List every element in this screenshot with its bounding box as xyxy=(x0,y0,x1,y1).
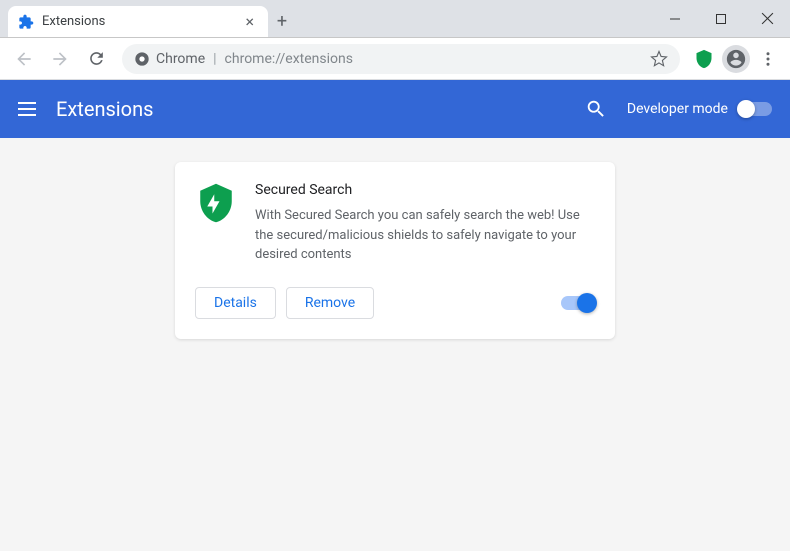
close-window-button[interactable] xyxy=(744,0,790,37)
extension-description: With Secured Search you can safely searc… xyxy=(255,206,595,265)
omnibox-divider: | xyxy=(213,51,216,67)
extension-icon xyxy=(195,182,237,224)
minimize-button[interactable] xyxy=(652,0,698,37)
tab-title: Extensions xyxy=(42,14,233,29)
maximize-button[interactable] xyxy=(698,0,744,37)
chrome-scheme-icon: Chrome xyxy=(134,51,205,67)
back-button[interactable] xyxy=(8,43,40,75)
profile-avatar[interactable] xyxy=(722,45,750,73)
extension-card: Secured Search With Secured Search you c… xyxy=(175,162,615,339)
details-button[interactable]: Details xyxy=(195,287,276,319)
search-icon[interactable] xyxy=(585,98,607,120)
address-bar: Chrome | chrome://extensions xyxy=(0,38,790,80)
url-text: chrome://extensions xyxy=(225,51,353,67)
extensions-header: Extensions Developer mode xyxy=(0,80,790,138)
hamburger-menu-icon[interactable] xyxy=(18,102,36,116)
remove-button[interactable]: Remove xyxy=(286,287,374,319)
close-icon[interactable]: × xyxy=(241,10,258,33)
kebab-menu-icon[interactable] xyxy=(754,50,782,68)
bookmark-star-icon[interactable] xyxy=(650,50,668,68)
extension-name: Secured Search xyxy=(255,182,595,198)
browser-tab[interactable]: Extensions × xyxy=(8,6,268,37)
extension-shield-icon[interactable] xyxy=(690,45,718,73)
extensions-content: Secured Search With Secured Search you c… xyxy=(0,138,790,551)
puzzle-icon xyxy=(18,14,34,30)
developer-mode-toggle[interactable] xyxy=(738,102,772,116)
new-tab-button[interactable]: + xyxy=(268,6,296,37)
extension-enable-toggle[interactable] xyxy=(561,296,595,310)
window-titlebar: Extensions × + xyxy=(0,0,790,38)
omnibox[interactable]: Chrome | chrome://extensions xyxy=(122,44,680,74)
window-controls xyxy=(652,0,790,37)
reload-button[interactable] xyxy=(80,43,112,75)
forward-button[interactable] xyxy=(44,43,76,75)
page-title: Extensions xyxy=(56,97,153,121)
developer-mode-label: Developer mode xyxy=(627,101,728,117)
scheme-label: Chrome xyxy=(156,51,205,67)
